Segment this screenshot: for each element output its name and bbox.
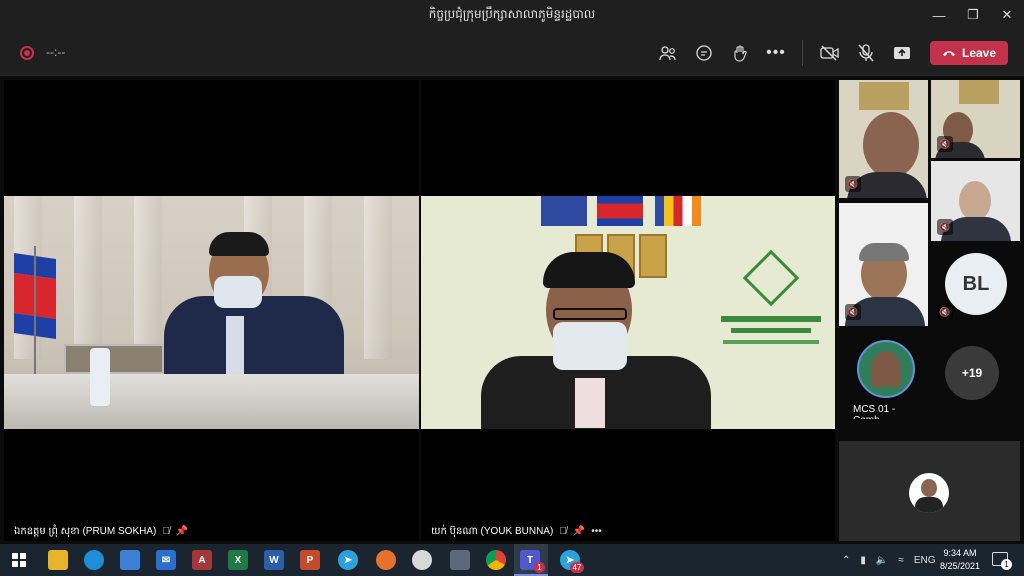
recording-icon — [20, 46, 34, 60]
participant-thumbnail[interactable]: 🔇 — [931, 161, 1020, 241]
overflow-count: +19 — [961, 366, 983, 380]
notifications-icon[interactable]: 1 — [992, 552, 1012, 570]
pin-icon[interactable]: 📌 — [176, 526, 188, 537]
volume-icon[interactable]: 🔈 — [876, 555, 888, 566]
chat-icon — [696, 45, 712, 61]
video-feed — [421, 196, 835, 429]
more-icon: ••• — [766, 44, 786, 61]
clock-time: 9:34 AM — [943, 548, 977, 558]
system-tray: ⌃ ▮ 🔈 ≈ ENG — [842, 544, 936, 576]
mic-off-icon: 🔇 — [937, 219, 953, 235]
leave-button[interactable]: Leave — [930, 41, 1008, 65]
video-tile-youk-bunna[interactable]: យក់ ប៊ុនណា (YOUK BUNNA) 🎙̸ 📌 ••• — [421, 80, 835, 541]
more-participants[interactable]: +19 — [931, 330, 1020, 419]
app-icon[interactable] — [412, 550, 432, 570]
clock[interactable]: 9:34 AM 8/25/2021 — [938, 547, 982, 573]
participant-thumbnail[interactable]: 🔇 — [839, 80, 928, 198]
windows-taskbar: ✉ A X W P ➤ T 1 ➤ 47 ⌃ ▮ 🔈 ≈ ENG 9:34 AM… — [0, 544, 1024, 576]
meeting-stage: ឯកឧត្តម ព្រុំ សុខា (PRUM SOKHA) 🎙̸ 📌 យក់… — [0, 77, 1024, 544]
flag-blue — [541, 196, 587, 226]
word-icon[interactable]: W — [264, 550, 284, 570]
telegram-badge: 47 — [570, 562, 584, 573]
notification-badge: 1 — [1001, 559, 1012, 570]
mic-off-icon: 🔇 — [845, 304, 861, 320]
pin-icon[interactable]: 📌 — [573, 526, 585, 537]
people-icon — [659, 46, 676, 61]
video-feed — [4, 196, 419, 429]
chat-button[interactable] — [690, 40, 718, 66]
window-title: កិច្ចប្រជុំក្រុមប្រឹក្សាសាលាភូមិន្ទរដ្ឋប… — [428, 7, 596, 21]
reactions-button[interactable] — [726, 40, 754, 66]
chrome-icon[interactable] — [486, 550, 506, 570]
video-tile-prum-sokha[interactable]: ឯកឧត្តម ព្រុំ សុខា (PRUM SOKHA) 🎙̸ 📌 — [4, 80, 419, 541]
battery-icon[interactable]: ▮ — [860, 555, 866, 566]
camera-app-icon[interactable] — [450, 550, 470, 570]
powerpoint-icon[interactable]: P — [300, 550, 320, 570]
meeting-timer: --:-- — [46, 45, 66, 59]
participant-thumbnail[interactable]: BL 🔇 — [931, 245, 1020, 326]
mic-off-icon: 🎙̸ — [559, 526, 567, 537]
participants-button[interactable] — [654, 40, 682, 66]
clock-date: 8/25/2021 — [939, 561, 981, 571]
share-button[interactable] — [888, 40, 916, 66]
mail-icon[interactable]: ✉ — [156, 550, 176, 570]
title-bar: កិច្ចប្រជុំក្រុមប្រឹក្សាសាលាភូមិន្ទរដ្ឋប… — [0, 0, 1024, 30]
participant-thumbnail[interactable]: MCS 01 - Camb... — [839, 330, 928, 419]
file-explorer-icon[interactable] — [48, 550, 68, 570]
wifi-icon[interactable]: ≈ — [898, 555, 904, 566]
overflow-avatar: +19 — [945, 346, 999, 400]
mic-off-icon — [858, 44, 874, 62]
camera-off-icon — [820, 45, 839, 61]
maximize-icon[interactable]: ❐ — [956, 0, 990, 30]
teams-badge: 1 — [534, 562, 545, 573]
telegram-icon[interactable]: ➤ — [338, 550, 358, 570]
windows-icon — [12, 553, 26, 567]
avatar-initials: BL — [962, 272, 990, 295]
participant-name: ឯកឧត្តម ព្រុំ សុខា (PRUM SOKHA) — [14, 526, 157, 537]
chevron-up-icon[interactable]: ⌃ — [842, 555, 850, 566]
participant-name-tag: យក់ ប៊ុនណា (YOUK BUNNA) 🎙̸ 📌 ••• — [431, 524, 602, 539]
cambodia-flag — [597, 196, 643, 226]
firefox-icon[interactable] — [376, 550, 396, 570]
self-view[interactable] — [839, 441, 1020, 541]
raise-hand-icon — [734, 45, 747, 62]
more-icon[interactable]: ••• — [591, 526, 602, 537]
mic-off-icon: 🎙̸ — [162, 526, 170, 537]
initials-avatar: BL — [945, 253, 1007, 315]
mic-off-icon: 🔇 — [845, 176, 861, 192]
leave-label: Leave — [961, 46, 997, 60]
share-tray-icon — [894, 47, 910, 59]
camera-toggle[interactable] — [816, 40, 844, 66]
window-controls: — ❐ ✕ — [922, 0, 1024, 30]
access-icon[interactable]: A — [192, 550, 212, 570]
participant-name-tag: ឯកឧត្តម ព្រុំ សុខា (PRUM SOKHA) 🎙̸ 📌 — [14, 524, 188, 539]
edge-icon[interactable] — [84, 550, 104, 570]
minimize-icon[interactable]: — — [922, 0, 956, 30]
participant-thumbnail[interactable]: 🔇 — [931, 80, 1020, 158]
mic-toggle[interactable] — [852, 40, 880, 66]
store-icon[interactable] — [120, 550, 140, 570]
participant-name: MCS 01 - Camb... — [853, 404, 896, 419]
desk — [4, 374, 419, 429]
mic-off-icon: 🔇 — [937, 136, 953, 152]
language-indicator[interactable]: ENG — [914, 555, 936, 566]
mic-off-icon: 🔇 — [937, 304, 953, 320]
avatar — [857, 340, 915, 398]
toolbar-divider — [802, 40, 803, 66]
excel-icon[interactable]: X — [228, 550, 248, 570]
close-icon[interactable]: ✕ — [990, 0, 1024, 30]
start-button[interactable] — [10, 550, 28, 570]
buddhist-flag — [655, 196, 701, 226]
participant-thumbnail[interactable]: 🔇 — [839, 203, 928, 326]
hang-up-icon — [942, 51, 955, 56]
school-logo — [742, 249, 800, 307]
teams-taskbar-active[interactable]: T 1 — [514, 544, 548, 576]
self-avatar — [909, 473, 949, 513]
more-options-button[interactable]: ••• — [762, 40, 790, 66]
participant-name: យក់ ប៊ុនណា (YOUK BUNNA) — [431, 526, 554, 537]
meeting-toolbar: --:-- ••• Leave — [0, 30, 1024, 76]
